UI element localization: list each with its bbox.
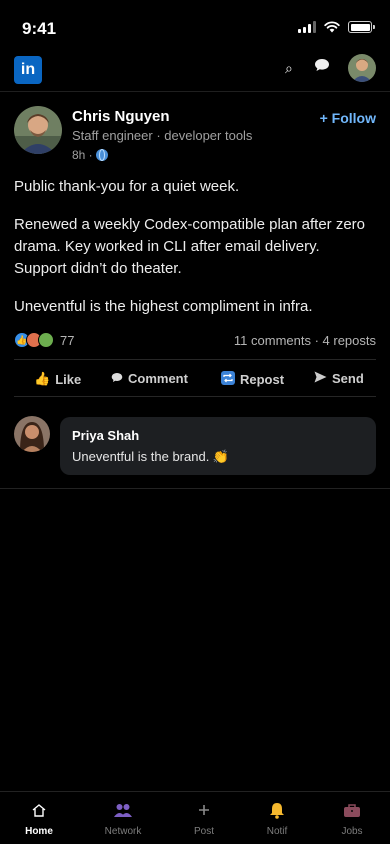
nav-home[interactable]: Home — [0, 800, 78, 837]
repost-icon — [221, 371, 235, 388]
post-paragraph: Renewed a weekly Codex-compatible plan a… — [14, 216, 366, 277]
post-time: 8h · — [72, 148, 93, 162]
send-button[interactable]: Send — [314, 371, 364, 386]
comment-label: Comment — [128, 371, 188, 386]
network-icon — [84, 800, 162, 820]
comment-button[interactable]: Comment — [111, 371, 188, 386]
reactions-summary[interactable]: 👍 77 — [14, 332, 74, 348]
author-name[interactable]: Chris Nguyen — [72, 108, 170, 125]
home-icon — [0, 800, 78, 820]
social-counts: 👍 77 11 comments · 4 reposts — [14, 332, 376, 350]
post-paragraph: Uneventful is the highest compliment in … — [14, 298, 313, 315]
nav-label: Home — [25, 826, 53, 837]
like-label: Like — [55, 371, 82, 387]
bottom-nav: Home Network Post Notif Jobs — [0, 791, 390, 844]
repost-label: Repost — [240, 372, 285, 387]
profile-avatar[interactable] — [348, 54, 376, 82]
globe-icon — [95, 149, 108, 161]
nav-label: Notif — [266, 826, 288, 837]
post-paragraph: Public thank-you for a quiet week. — [14, 178, 240, 195]
nav-jobs[interactable]: Jobs — [313, 800, 390, 837]
status-icons — [298, 21, 375, 33]
search-icon[interactable]: ⌕ — [285, 60, 293, 77]
messages-icon[interactable] — [314, 58, 330, 76]
app-header: in ⌕ — [0, 50, 390, 92]
cellular-signal-icon — [298, 21, 316, 33]
author-avatar[interactable] — [14, 106, 62, 154]
wifi-icon — [324, 21, 340, 33]
divider — [14, 359, 376, 360]
bell-icon — [238, 800, 316, 820]
nav-notifications[interactable]: Notif — [238, 800, 316, 837]
follow-button[interactable]: + Follow — [320, 110, 376, 126]
nav-label: Network — [104, 826, 142, 837]
comments-reposts-count[interactable]: 11 comments · 4 reposts — [234, 333, 376, 348]
feed-separator — [0, 488, 390, 489]
nav-label: Post — [193, 826, 214, 837]
post-meta: 8h · — [72, 148, 108, 162]
like-button[interactable]: 👍 Like — [34, 371, 81, 387]
plus-icon — [165, 800, 243, 820]
commenter-avatar[interactable] — [14, 416, 50, 452]
thumbs-up-icon: 👍 — [34, 371, 51, 386]
post-body: Public thank-you for a quiet week. Renew… — [14, 176, 376, 334]
send-icon — [314, 371, 327, 386]
nav-label: Jobs — [341, 826, 363, 837]
comment-icon — [111, 371, 123, 386]
repost-button[interactable]: Repost — [221, 371, 284, 388]
battery-icon — [348, 21, 375, 33]
support-reaction-icon — [38, 332, 54, 348]
status-time: 9:41 — [22, 19, 57, 38]
status-bar: 9:41 — [0, 0, 390, 50]
post-actions: 👍 Like Comment Repost Send — [14, 368, 376, 392]
briefcase-icon — [313, 800, 390, 820]
divider — [14, 396, 376, 397]
nav-network[interactable]: Network — [84, 800, 162, 837]
nav-post[interactable]: Post — [165, 800, 243, 837]
send-label: Send — [332, 371, 364, 386]
linkedin-logo[interactable]: in — [14, 56, 42, 84]
author-headline: Staff engineer · developer tools — [72, 128, 253, 143]
reaction-count: 77 — [60, 332, 75, 348]
comment-text: Uneventful is the brand. 👏 — [72, 449, 230, 464]
comment-bubble[interactable]: Priya Shah Uneventful is the brand. 👏 — [60, 417, 376, 475]
commenter-name[interactable]: Priya Shah — [72, 428, 364, 443]
